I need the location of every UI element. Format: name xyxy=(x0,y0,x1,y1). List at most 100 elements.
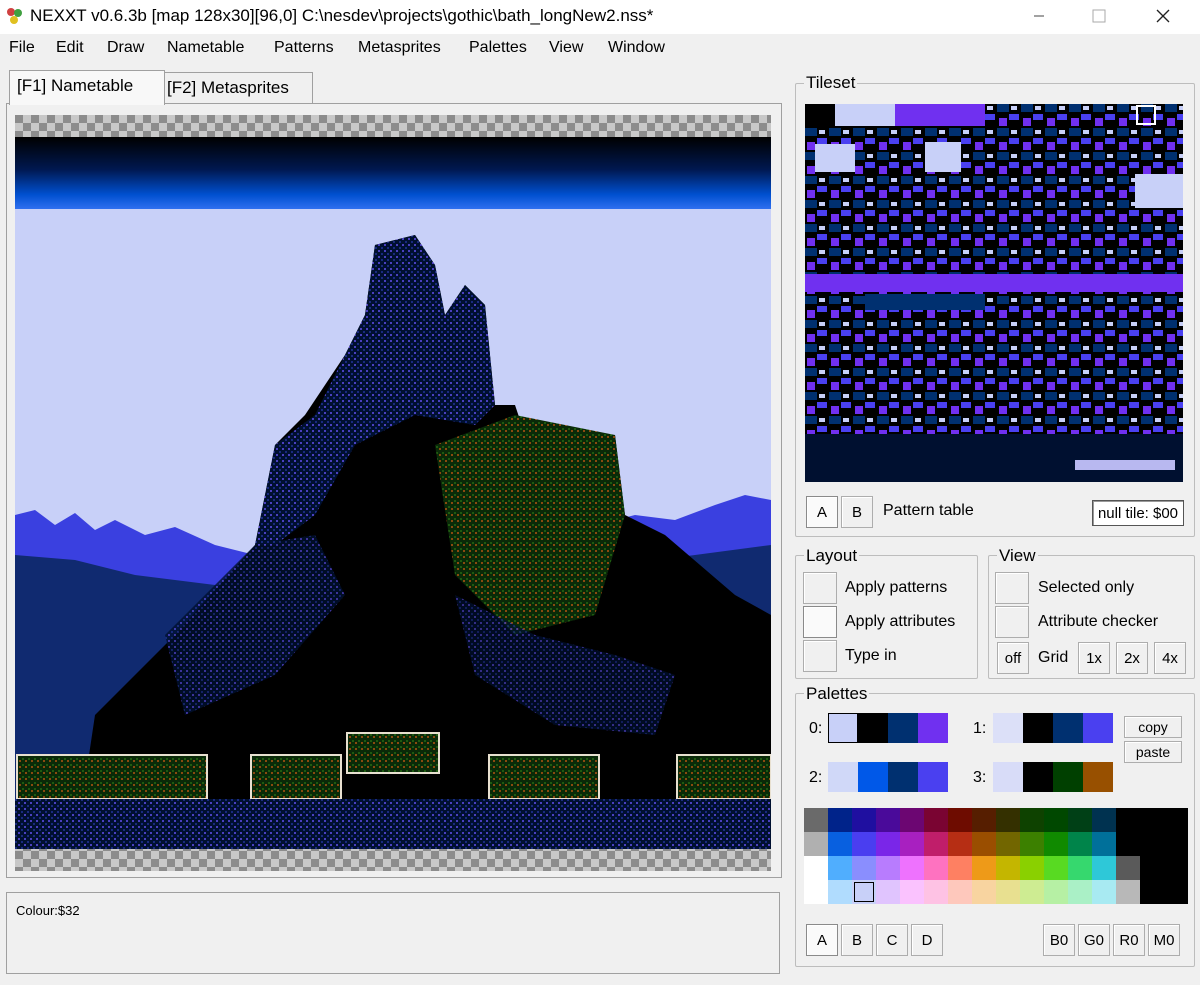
menu-palettes[interactable]: Palettes xyxy=(469,39,527,57)
master-color-cell[interactable] xyxy=(924,808,948,832)
master-color-cell[interactable] xyxy=(852,808,876,832)
master-color-cell[interactable] xyxy=(1164,856,1188,880)
palette-1-color-1[interactable] xyxy=(1023,713,1053,743)
master-color-cell[interactable] xyxy=(1140,832,1164,856)
master-color-cell[interactable] xyxy=(1044,880,1068,904)
tileset-bank-a-button[interactable]: A xyxy=(806,496,838,528)
master-color-cell[interactable] xyxy=(1068,832,1092,856)
menu-draw[interactable]: Draw xyxy=(107,39,144,57)
master-color-cell[interactable] xyxy=(996,832,1020,856)
menu-patterns[interactable]: Patterns xyxy=(274,39,334,57)
master-color-cell[interactable] xyxy=(924,832,948,856)
master-color-cell[interactable] xyxy=(1116,832,1140,856)
master-color-cell[interactable] xyxy=(876,832,900,856)
master-color-cell[interactable] xyxy=(900,832,924,856)
master-color-cell[interactable] xyxy=(1044,832,1068,856)
master-color-cell[interactable] xyxy=(1092,832,1116,856)
master-color-cell[interactable] xyxy=(900,880,924,904)
master-color-cell[interactable] xyxy=(1164,808,1188,832)
tileset-bank-b-button[interactable]: B xyxy=(841,496,873,528)
palette-3-color-1[interactable] xyxy=(1023,762,1053,792)
apply-attributes-toggle[interactable] xyxy=(803,606,837,638)
master-color-cell[interactable] xyxy=(852,856,876,880)
master-color-cell[interactable] xyxy=(1020,880,1044,904)
master-color-cell[interactable] xyxy=(804,832,828,856)
palette-3-color-0[interactable] xyxy=(993,762,1023,792)
tab-metasprites[interactable]: [F2] Metasprites xyxy=(159,72,313,105)
master-color-cell[interactable] xyxy=(996,808,1020,832)
master-color-cell[interactable] xyxy=(996,880,1020,904)
palette-1-color-0[interactable] xyxy=(993,713,1023,743)
palette-0-color-2[interactable] xyxy=(888,713,918,743)
master-color-cell[interactable] xyxy=(972,856,996,880)
master-color-cell[interactable] xyxy=(1116,880,1140,904)
master-color-cell[interactable] xyxy=(1020,832,1044,856)
master-color-cell[interactable] xyxy=(1116,856,1140,880)
master-color-cell[interactable] xyxy=(1092,808,1116,832)
master-color-cell[interactable] xyxy=(1020,856,1044,880)
sub-palette-b-button[interactable]: B xyxy=(841,924,873,956)
master-color-cell[interactable] xyxy=(828,808,852,832)
sub-palette-a-button[interactable]: A xyxy=(806,924,838,956)
palette-copy-button[interactable]: copy xyxy=(1124,716,1182,738)
master-color-cell[interactable] xyxy=(1068,856,1092,880)
master-color-cell[interactable] xyxy=(1140,808,1164,832)
master-color-cell[interactable] xyxy=(948,808,972,832)
apply-patterns-toggle[interactable] xyxy=(803,572,837,604)
master-color-cell[interactable] xyxy=(828,832,852,856)
palette-2-color-2[interactable] xyxy=(888,762,918,792)
master-color-cell[interactable] xyxy=(828,856,852,880)
tab-nametable[interactable]: [F1] Nametable xyxy=(9,70,165,105)
master-color-cell[interactable] xyxy=(1140,880,1164,904)
master-color-cell[interactable] xyxy=(1092,856,1116,880)
master-color-cell[interactable] xyxy=(900,856,924,880)
grid-4x-button[interactable]: 4x xyxy=(1154,642,1186,674)
master-color-cell[interactable] xyxy=(1164,880,1188,904)
master-color-cell[interactable] xyxy=(804,808,828,832)
master-color-cell[interactable] xyxy=(1116,808,1140,832)
master-color-cell[interactable] xyxy=(876,880,900,904)
master-color-cell[interactable] xyxy=(876,808,900,832)
master-color-cell[interactable] xyxy=(948,880,972,904)
palette-2-color-3[interactable] xyxy=(918,762,948,792)
master-color-cell[interactable] xyxy=(852,832,876,856)
grid-2x-button[interactable]: 2x xyxy=(1116,642,1148,674)
master-color-cell[interactable] xyxy=(1020,808,1044,832)
palette-0-color-1[interactable] xyxy=(858,713,888,743)
close-icon[interactable] xyxy=(1140,0,1186,32)
type-in-toggle[interactable] xyxy=(803,640,837,672)
nametable-canvas[interactable] xyxy=(15,115,771,871)
master-color-cell[interactable] xyxy=(804,856,828,880)
master-color-cell[interactable] xyxy=(1044,856,1068,880)
sub-palette-d-button[interactable]: D xyxy=(911,924,943,956)
grid-off-button[interactable]: off xyxy=(997,642,1029,674)
palette-paste-button[interactable]: paste xyxy=(1124,741,1182,763)
palette-2-color-1[interactable] xyxy=(858,762,888,792)
menu-file[interactable]: File xyxy=(9,39,35,57)
emphasis-g-button[interactable]: G0 xyxy=(1078,924,1110,956)
palette-0-color-0[interactable] xyxy=(828,713,858,743)
palette-2-color-0[interactable] xyxy=(828,762,858,792)
master-color-cell[interactable] xyxy=(948,856,972,880)
maximize-icon[interactable] xyxy=(1076,0,1122,32)
emphasis-b-button[interactable]: B0 xyxy=(1043,924,1075,956)
master-color-cell[interactable] xyxy=(1092,880,1116,904)
master-color-cell[interactable] xyxy=(924,880,948,904)
emphasis-r-button[interactable]: R0 xyxy=(1113,924,1145,956)
master-color-cell[interactable] xyxy=(948,832,972,856)
menu-metasprites[interactable]: Metasprites xyxy=(358,39,441,57)
master-color-cell[interactable] xyxy=(1164,832,1188,856)
master-color-cell[interactable] xyxy=(924,856,948,880)
sub-palette-c-button[interactable]: C xyxy=(876,924,908,956)
tileset-canvas[interactable] xyxy=(805,104,1183,482)
palette-3-color-2[interactable] xyxy=(1053,762,1083,792)
menu-view[interactable]: View xyxy=(549,39,583,57)
master-color-cell[interactable] xyxy=(1068,808,1092,832)
master-color-cell[interactable] xyxy=(1044,808,1068,832)
master-color-cell[interactable] xyxy=(1140,856,1164,880)
minimize-icon[interactable] xyxy=(1016,0,1062,32)
selected-only-toggle[interactable] xyxy=(995,572,1029,604)
emphasis-m-button[interactable]: M0 xyxy=(1148,924,1180,956)
master-color-cell[interactable] xyxy=(1068,880,1092,904)
master-color-cell[interactable] xyxy=(828,880,852,904)
